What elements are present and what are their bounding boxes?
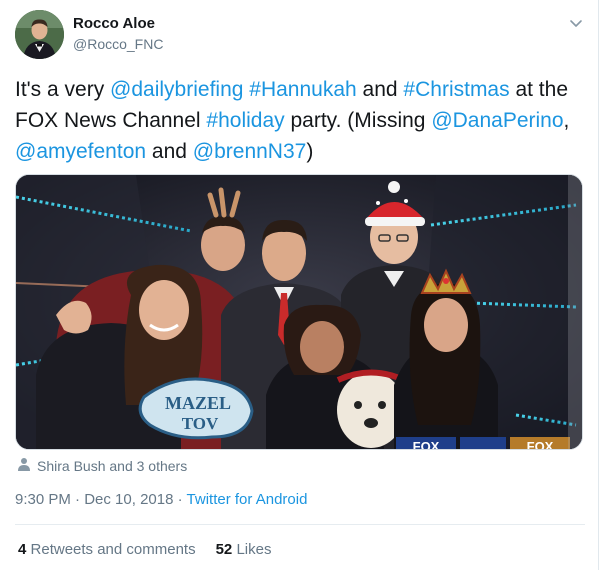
tweet-text-segment: and [146,140,193,163]
retweets-count: 4 [18,541,27,558]
mention-link[interactable]: @dailybriefing [110,78,243,101]
hashtag-link[interactable]: #Hannukah [249,78,356,101]
tweet-text-segment: It's a very [15,78,111,101]
author-display-name[interactable]: Rocco Aloe [73,14,163,34]
party-photo: MAZEL TOV FOX FOX [16,175,582,450]
avatar-image [15,10,64,59]
tweet-meta: 9:30 PM · Dec 10, 2018 · Twitter for And… [15,491,307,509]
mention-link[interactable]: @brennN37 [193,140,307,163]
tweet-text-segment: ) [306,140,314,163]
sign-text-line2: TOV [182,414,219,433]
tagged-people[interactable]: Shira Bush and 3 others [17,457,187,475]
tweet-header: Rocco Aloe @Rocco_FNC [15,10,585,62]
tagged-text: Shira Bush and 3 others [37,458,188,474]
hashtag-link[interactable]: #holiday [206,109,284,132]
divider [15,524,585,525]
likes-stat[interactable]: 52 Likes [216,541,272,559]
tweet-photo[interactable]: MAZEL TOV FOX FOX [15,174,583,450]
meta-separator-2: · [177,491,183,508]
tweet-stats: 4 Retweets and comments 52 Likes [18,541,271,559]
author-avatar[interactable] [15,10,64,59]
tweet-text-segment: and [356,78,404,101]
tweet-date[interactable]: Dec 10, 2018 [84,491,173,508]
sign-text-line1: MAZEL [165,393,231,413]
tweet-text-segment: party. (Missing [284,109,432,132]
tweet-text-segment: , [563,109,570,132]
fox-logo-text-2: FOX [527,439,554,450]
mazel-tov-sign: MAZEL TOV [138,377,254,440]
retweets-stat[interactable]: 4 Retweets and comments [18,541,196,559]
mention-link[interactable]: @amyefenton [15,140,146,163]
hashtag-link[interactable]: #Christmas [403,78,509,101]
person-icon [17,457,31,475]
tweet-text: It's a very @dailybriefing #Hannukah and… [15,74,585,167]
author-handle[interactable]: @Rocco_FNC [73,34,163,54]
likes-label: Likes [236,541,272,558]
tweet-card: Rocco Aloe @Rocco_FNC It's a very @daily… [0,0,599,570]
author-names: Rocco Aloe @Rocco_FNC [73,14,163,54]
fox-logos: FOX FOX [396,437,570,450]
tweet-time[interactable]: 9:30 PM [15,491,71,508]
tweet-source[interactable]: Twitter for Android [187,491,308,508]
chevron-down-icon[interactable] [567,14,585,32]
fox-logo-text: FOX [413,439,440,450]
meta-separator: · [75,491,81,508]
mention-link[interactable]: @DanaPerino [431,109,563,132]
retweets-label: Retweets and comments [30,541,196,558]
likes-count: 52 [215,541,233,558]
